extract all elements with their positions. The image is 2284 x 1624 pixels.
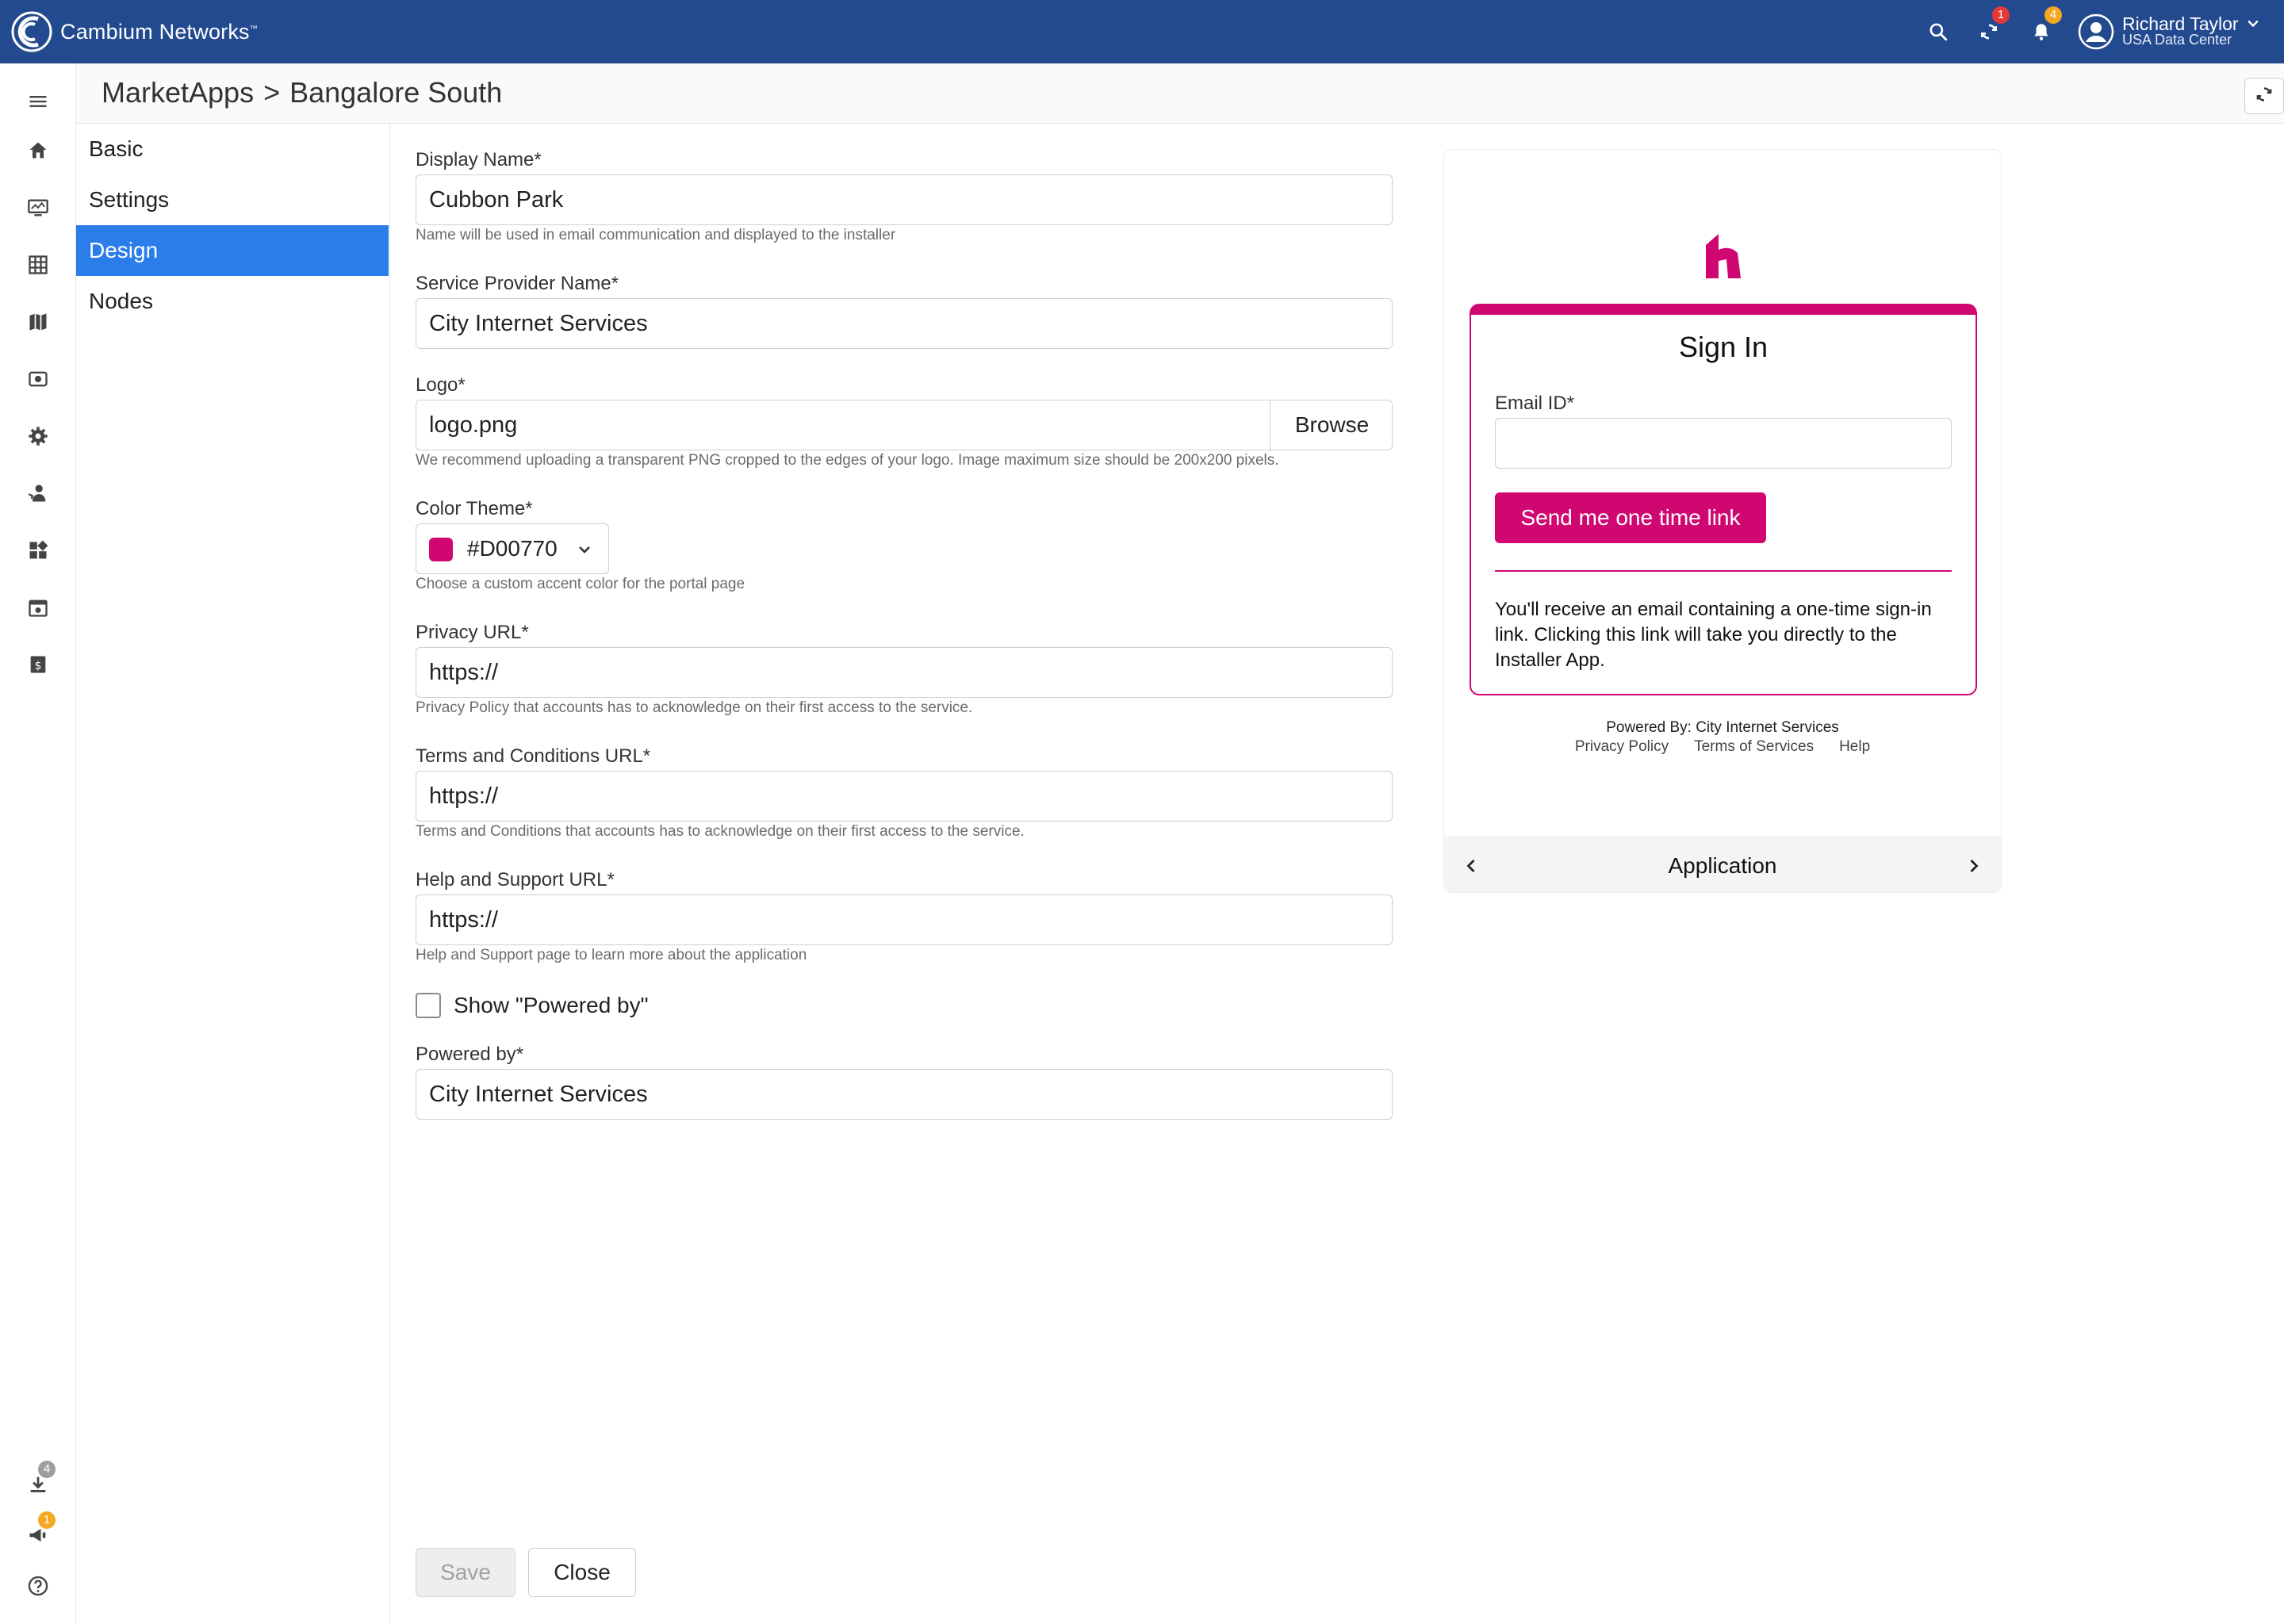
user-info: Richard Taylor USA Data Center [2122,13,2239,48]
terms-url-hint: Terms and Conditions that accounts has t… [416,823,1025,840]
user-data-center: USA Data Center [2122,32,2232,48]
help-link[interactable]: Help [1839,738,1870,756]
logo-hint: We recommend uploading a transparent PNG… [416,452,1279,469]
bell-icon[interactable]: 4 [2025,6,2062,48]
show-powered-by-label[interactable]: Show "Powered by" [454,993,649,1018]
email-label: Email ID* [1495,393,1575,414]
breadcrumb-bar: MarketApps > Bangalore South [76,63,2284,124]
left-rail: $ 4 1 [0,63,76,1624]
subnav-item-settings[interactable]: Settings [76,174,389,225]
sync-badge: 1 [1992,6,2010,24]
refresh-button[interactable] [2244,78,2284,114]
brand-name: Cambium Networks™ [60,19,258,44]
logo-label: Logo* [416,374,466,396]
subnav-item-basic[interactable]: Basic [76,124,389,174]
cambium-logo-icon [11,11,52,52]
sub-navigation: Basic Settings Design Nodes [76,124,390,1624]
account-icon [2078,13,2114,50]
service-provider-input[interactable]: City Internet Services [416,298,1393,349]
user-menu[interactable]: Richard Taylor USA Data Center [2078,13,2261,51]
help-url-hint: Help and Support page to learn more abou… [416,947,807,963]
logo-filename: logo.png [429,412,518,438]
color-swatch [429,538,453,561]
settings-icon[interactable] [24,422,52,450]
logo-input[interactable]: logo.png Browse [416,400,1393,451]
color-theme-hint: Choose a custom accent color for the por… [416,576,745,592]
display-name-hint: Name will be used in email communication… [416,227,896,243]
menu-icon[interactable] [24,87,52,116]
privacy-url-hint: Privacy Policy that accounts has to ackn… [416,699,973,716]
announcements-badge: 1 [38,1511,56,1529]
breadcrumb-parent[interactable]: MarketApps [102,76,254,109]
announcement-icon[interactable]: 1 [24,1511,56,1549]
breadcrumb-current: Bangalore South [289,76,503,109]
portal-preview: Sign In Email ID* Send me one time link … [1443,149,2002,893]
downloads-badge: 4 [38,1461,56,1478]
close-button[interactable]: Close [528,1548,636,1597]
home-icon[interactable] [24,136,52,165]
top-bar: Cambium Networks™ 1 4 Richard Taylor USA… [0,0,2284,63]
powered-by-input[interactable]: City Internet Services [416,1069,1393,1120]
user-name: Richard Taylor [2122,13,2239,34]
help-icon[interactable] [24,1572,52,1600]
chevron-right-icon[interactable] [1963,855,1985,877]
privacy-url-input[interactable]: https:// [416,647,1393,698]
notifications-badge: 4 [2044,6,2062,24]
subnav-item-nodes[interactable]: Nodes [76,276,389,327]
help-url-input[interactable]: https:// [416,894,1393,945]
browse-button[interactable]: Browse [1270,400,1393,451]
powered-by-text: Powered By: City Internet Services [1606,719,1839,736]
table-icon[interactable] [24,251,52,279]
show-powered-by-checkbox[interactable] [416,993,441,1018]
terms-url-label: Terms and Conditions URL* [416,745,651,767]
calendar-icon[interactable] [24,593,52,622]
chevron-down-icon [575,540,594,559]
display-name-input[interactable]: Cubbon Park [416,174,1393,225]
service-provider-label: Service Provider Name* [416,273,619,294]
billing-icon[interactable]: $ [24,650,52,679]
onboard-icon[interactable] [24,365,52,393]
preview-page-title: Application [1668,853,1777,878]
users-icon[interactable] [24,479,52,508]
refresh-icon [2254,84,2274,109]
subnav-item-design[interactable]: Design [76,225,389,276]
preview-footer-links: Privacy Policy Terms of Services Help [1444,738,2001,756]
email-field[interactable] [1495,418,1952,469]
breadcrumb-separator: > [263,76,281,109]
sign-in-message: You'll receive an email containing a one… [1495,599,1932,671]
sync-icon[interactable]: 1 [1973,6,2010,48]
search-icon[interactable] [1922,16,1954,48]
color-theme-label: Color Theme* [416,498,533,519]
apps-icon[interactable] [24,536,52,565]
display-name-label: Display Name* [416,149,542,170]
sign-in-title: Sign In [1678,331,1769,363]
privacy-url-label: Privacy URL* [416,622,529,643]
portal-logo-icon [1703,229,1744,278]
chevron-down-icon [2245,15,2261,35]
monitor-icon[interactable] [24,193,52,222]
sign-in-card: Sign In Email ID* Send me one time link … [1470,304,1977,695]
divider [1495,570,1952,572]
help-url-label: Help and Support URL* [416,869,615,891]
terms-link[interactable]: Terms of Services [1694,738,1814,756]
preview-pager: Application [1444,837,2001,892]
color-theme-select[interactable]: #D00770 [416,523,609,574]
save-button[interactable]: Save [416,1548,515,1597]
color-theme-value: #D00770 [467,536,558,561]
download-icon[interactable]: 4 [24,1461,56,1499]
map-icon[interactable] [24,308,52,336]
breadcrumb: MarketApps > Bangalore South [102,76,502,109]
svg-text:$: $ [35,660,42,672]
send-link-button[interactable]: Send me one time link [1495,492,1766,543]
privacy-policy-link[interactable]: Privacy Policy [1575,738,1669,756]
terms-url-input[interactable]: https:// [416,771,1393,822]
powered-by-label: Powered by* [416,1044,524,1065]
brand-logo[interactable]: Cambium Networks™ [11,11,258,52]
